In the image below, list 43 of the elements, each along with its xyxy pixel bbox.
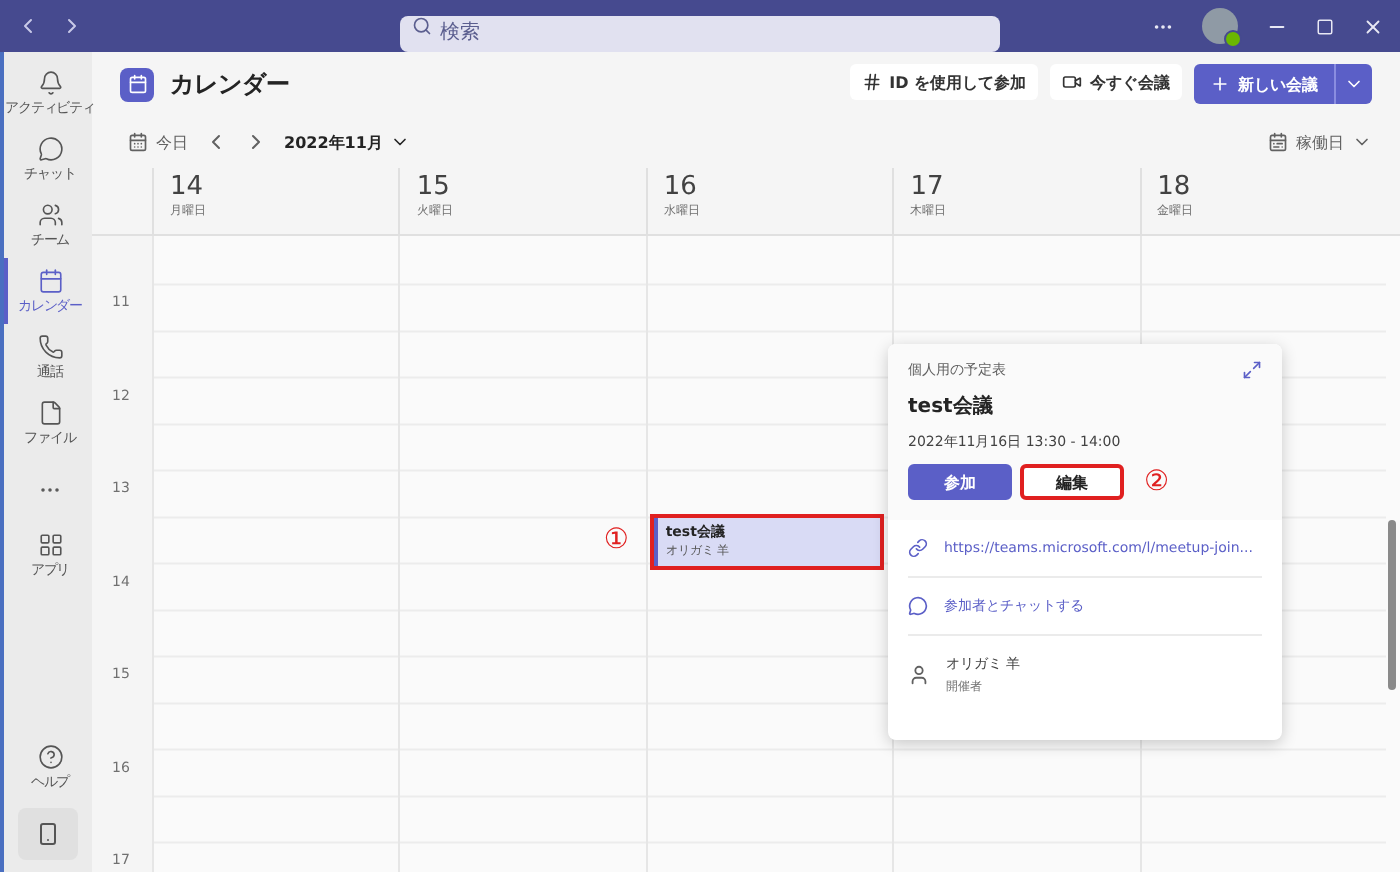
day-number: 17 (910, 172, 946, 202)
bell-icon (37, 69, 63, 95)
annotation-number: ① (603, 526, 629, 554)
people-icon (37, 201, 63, 227)
day-number: 14 (170, 172, 206, 202)
grid-icon (37, 531, 63, 557)
device-button[interactable] (18, 808, 78, 860)
event-title: test会議 (908, 392, 995, 420)
popup-button[interactable]: 参加 (908, 464, 1012, 500)
person-icon (908, 664, 930, 686)
file-icon (37, 399, 63, 425)
phone-icon (37, 333, 63, 359)
avatar[interactable] (1202, 8, 1238, 44)
hash-icon (861, 72, 882, 92)
day-number: 16 (663, 172, 699, 202)
page-title: カレンダー (170, 67, 290, 101)
calendar-app-icon (120, 67, 154, 101)
today-button[interactable]: 今日 (128, 131, 188, 153)
chat-bubble-icon (37, 135, 63, 161)
month-picker[interactable]: 2022年11月 (284, 131, 411, 153)
phone-device-icon (36, 822, 60, 846)
expand-icon[interactable] (1242, 360, 1262, 380)
day-number: 18 (1157, 172, 1193, 202)
link-icon (908, 538, 928, 558)
calendar-icon (128, 132, 148, 152)
close-icon[interactable] (1362, 15, 1384, 37)
chat-icon (908, 596, 928, 616)
header-button[interactable]: 今すぐ会議 (1050, 64, 1182, 100)
annotation-number: ② (1144, 468, 1170, 496)
calendar-icon (37, 267, 63, 293)
plus-icon (1210, 74, 1230, 94)
header-button[interactable]: ID を使用して参加 (849, 64, 1038, 100)
view-picker[interactable]: 稼働日 (1268, 131, 1372, 153)
scrollbar-thumb[interactable] (1388, 520, 1397, 690)
day-number: 15 (416, 172, 452, 202)
video-camera-icon (1062, 72, 1082, 92)
search-field[interactable]: 検索 (400, 15, 1000, 51)
help-icon (37, 743, 63, 769)
popup-button[interactable]: 編集 (1020, 464, 1124, 500)
search-icon (412, 16, 432, 36)
calendar-view-icon (1268, 132, 1288, 152)
maximize-icon[interactable] (1316, 17, 1334, 35)
new-meeting-button[interactable]: 新しい会議 (1194, 64, 1334, 104)
